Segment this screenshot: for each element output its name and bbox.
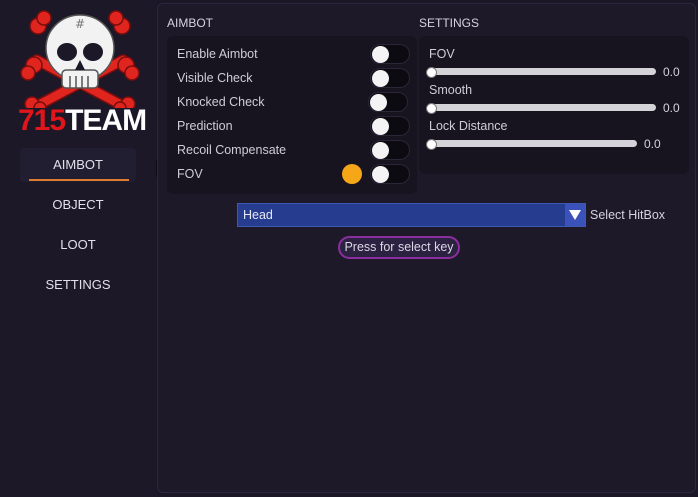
- logo-wordmark: 715TEAM: [18, 104, 147, 137]
- toggle-label-visible-check: Visible Check: [177, 71, 253, 85]
- toggle-label-enable-aimbot: Enable Aimbot: [177, 47, 258, 61]
- select-key-button[interactable]: Press for select key: [338, 236, 460, 259]
- slider-handle[interactable]: [426, 103, 437, 114]
- team-logo: # 715TEAM: [18, 8, 147, 140]
- toggle-knob: [372, 142, 389, 159]
- toggle-knob: [372, 46, 389, 63]
- toggle-label-fov: FOV: [177, 167, 203, 181]
- fov-slider-value: 0.0: [663, 65, 680, 79]
- nav-item-object[interactable]: OBJECT: [20, 188, 136, 222]
- nav-item-label: LOOT: [60, 237, 96, 252]
- svg-text:#: #: [75, 17, 85, 31]
- toggle-knob: [372, 166, 389, 183]
- settings-sliders-panel: FOV 0.0 Smooth 0.0 Lock Distance 0.0: [419, 36, 689, 174]
- hitbox-select[interactable]: Head: [237, 203, 586, 227]
- lock-distance-slider[interactable]: [426, 139, 637, 150]
- settings-section-title: SETTINGS: [419, 16, 480, 30]
- visible-check-toggle[interactable]: [370, 68, 410, 88]
- nav-item-aimbot[interactable]: AIMBOT: [20, 148, 136, 182]
- nav-item-label: SETTINGS: [45, 277, 111, 292]
- fov-color-picker[interactable]: [342, 164, 362, 184]
- lock-distance-slider-value: 0.0: [644, 137, 661, 151]
- hitbox-selected-value: Head: [243, 208, 273, 222]
- sidebar: # 715TEAM AIMBOT OBJECT LOOT SETTINGS: [0, 0, 156, 497]
- hitbox-select-label: Select HitBox: [590, 208, 666, 222]
- fov-slider[interactable]: [426, 67, 656, 78]
- nav-item-loot[interactable]: LOOT: [20, 228, 136, 262]
- toggle-label-recoil-compensate: Recoil Compensate: [177, 143, 287, 157]
- recoil-compensate-toggle[interactable]: [370, 140, 410, 160]
- aimbot-toggles-panel: Enable Aimbot Visible Check Knocked Chec…: [167, 36, 417, 194]
- toggle-knob: [372, 118, 389, 135]
- toggle-label-knocked-check: Knocked Check: [177, 95, 265, 109]
- smooth-slider[interactable]: [426, 103, 656, 114]
- slider-label-smooth: Smooth: [429, 83, 473, 97]
- knocked-check-toggle[interactable]: [368, 92, 408, 112]
- toggle-label-prediction: Prediction: [177, 119, 233, 133]
- aimbot-section-title: AIMBOT: [167, 16, 214, 30]
- toggle-knob: [372, 70, 389, 87]
- enable-aimbot-toggle[interactable]: [370, 44, 410, 64]
- slider-label-fov: FOV: [429, 47, 455, 61]
- slider-handle[interactable]: [426, 139, 437, 150]
- slider-label-lock-distance: Lock Distance: [429, 119, 508, 133]
- prediction-toggle[interactable]: [370, 116, 410, 136]
- chevron-down-icon[interactable]: [565, 204, 585, 226]
- fov-toggle[interactable]: [370, 164, 410, 184]
- slider-handle[interactable]: [426, 67, 437, 78]
- nav-item-settings[interactable]: SETTINGS: [20, 268, 136, 302]
- skull-crossbones-icon: #: [20, 10, 140, 115]
- toggle-knob: [370, 94, 387, 111]
- smooth-slider-value: 0.0: [663, 101, 680, 115]
- nav-item-label: OBJECT: [52, 197, 104, 212]
- nav-item-label: AIMBOT: [53, 157, 103, 172]
